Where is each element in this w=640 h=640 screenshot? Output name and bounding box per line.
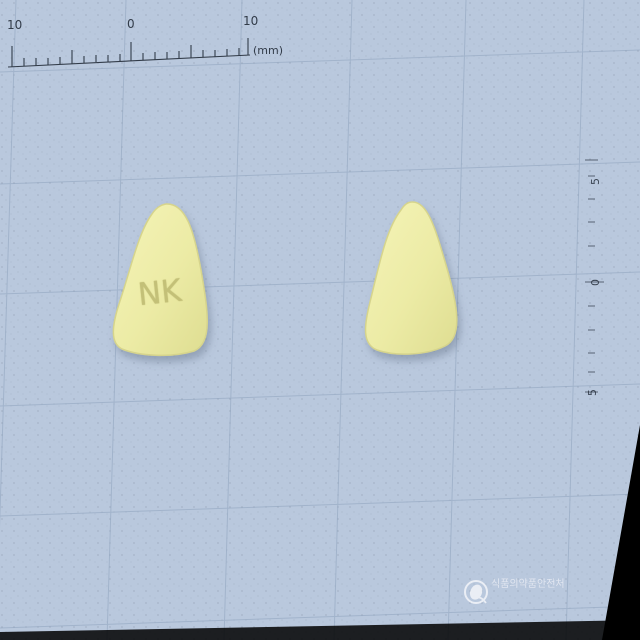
pill-photo: 10 0 10 (mm) 5 0 5 NK 식품의약품안전처 — [0, 0, 640, 640]
pill-photo-background — [0, 0, 640, 640]
top-ruler-label-ten: 10 — [243, 14, 259, 28]
top-ruler-label-negative-ten: 10 — [7, 18, 23, 32]
ruler-unit-label: (mm) — [253, 44, 284, 57]
side-ruler-label-zero: 0 — [589, 279, 602, 286]
watermark-text: 식품의약품안전처 — [491, 579, 565, 590]
speckle-texture — [0, 0, 640, 640]
top-ruler-label-zero: 0 — [127, 17, 135, 31]
side-ruler-label-five-top: 5 — [589, 178, 602, 185]
side-ruler-label-five-bottom: 5 — [586, 389, 599, 396]
left-pill-imprint: NK — [136, 272, 184, 314]
